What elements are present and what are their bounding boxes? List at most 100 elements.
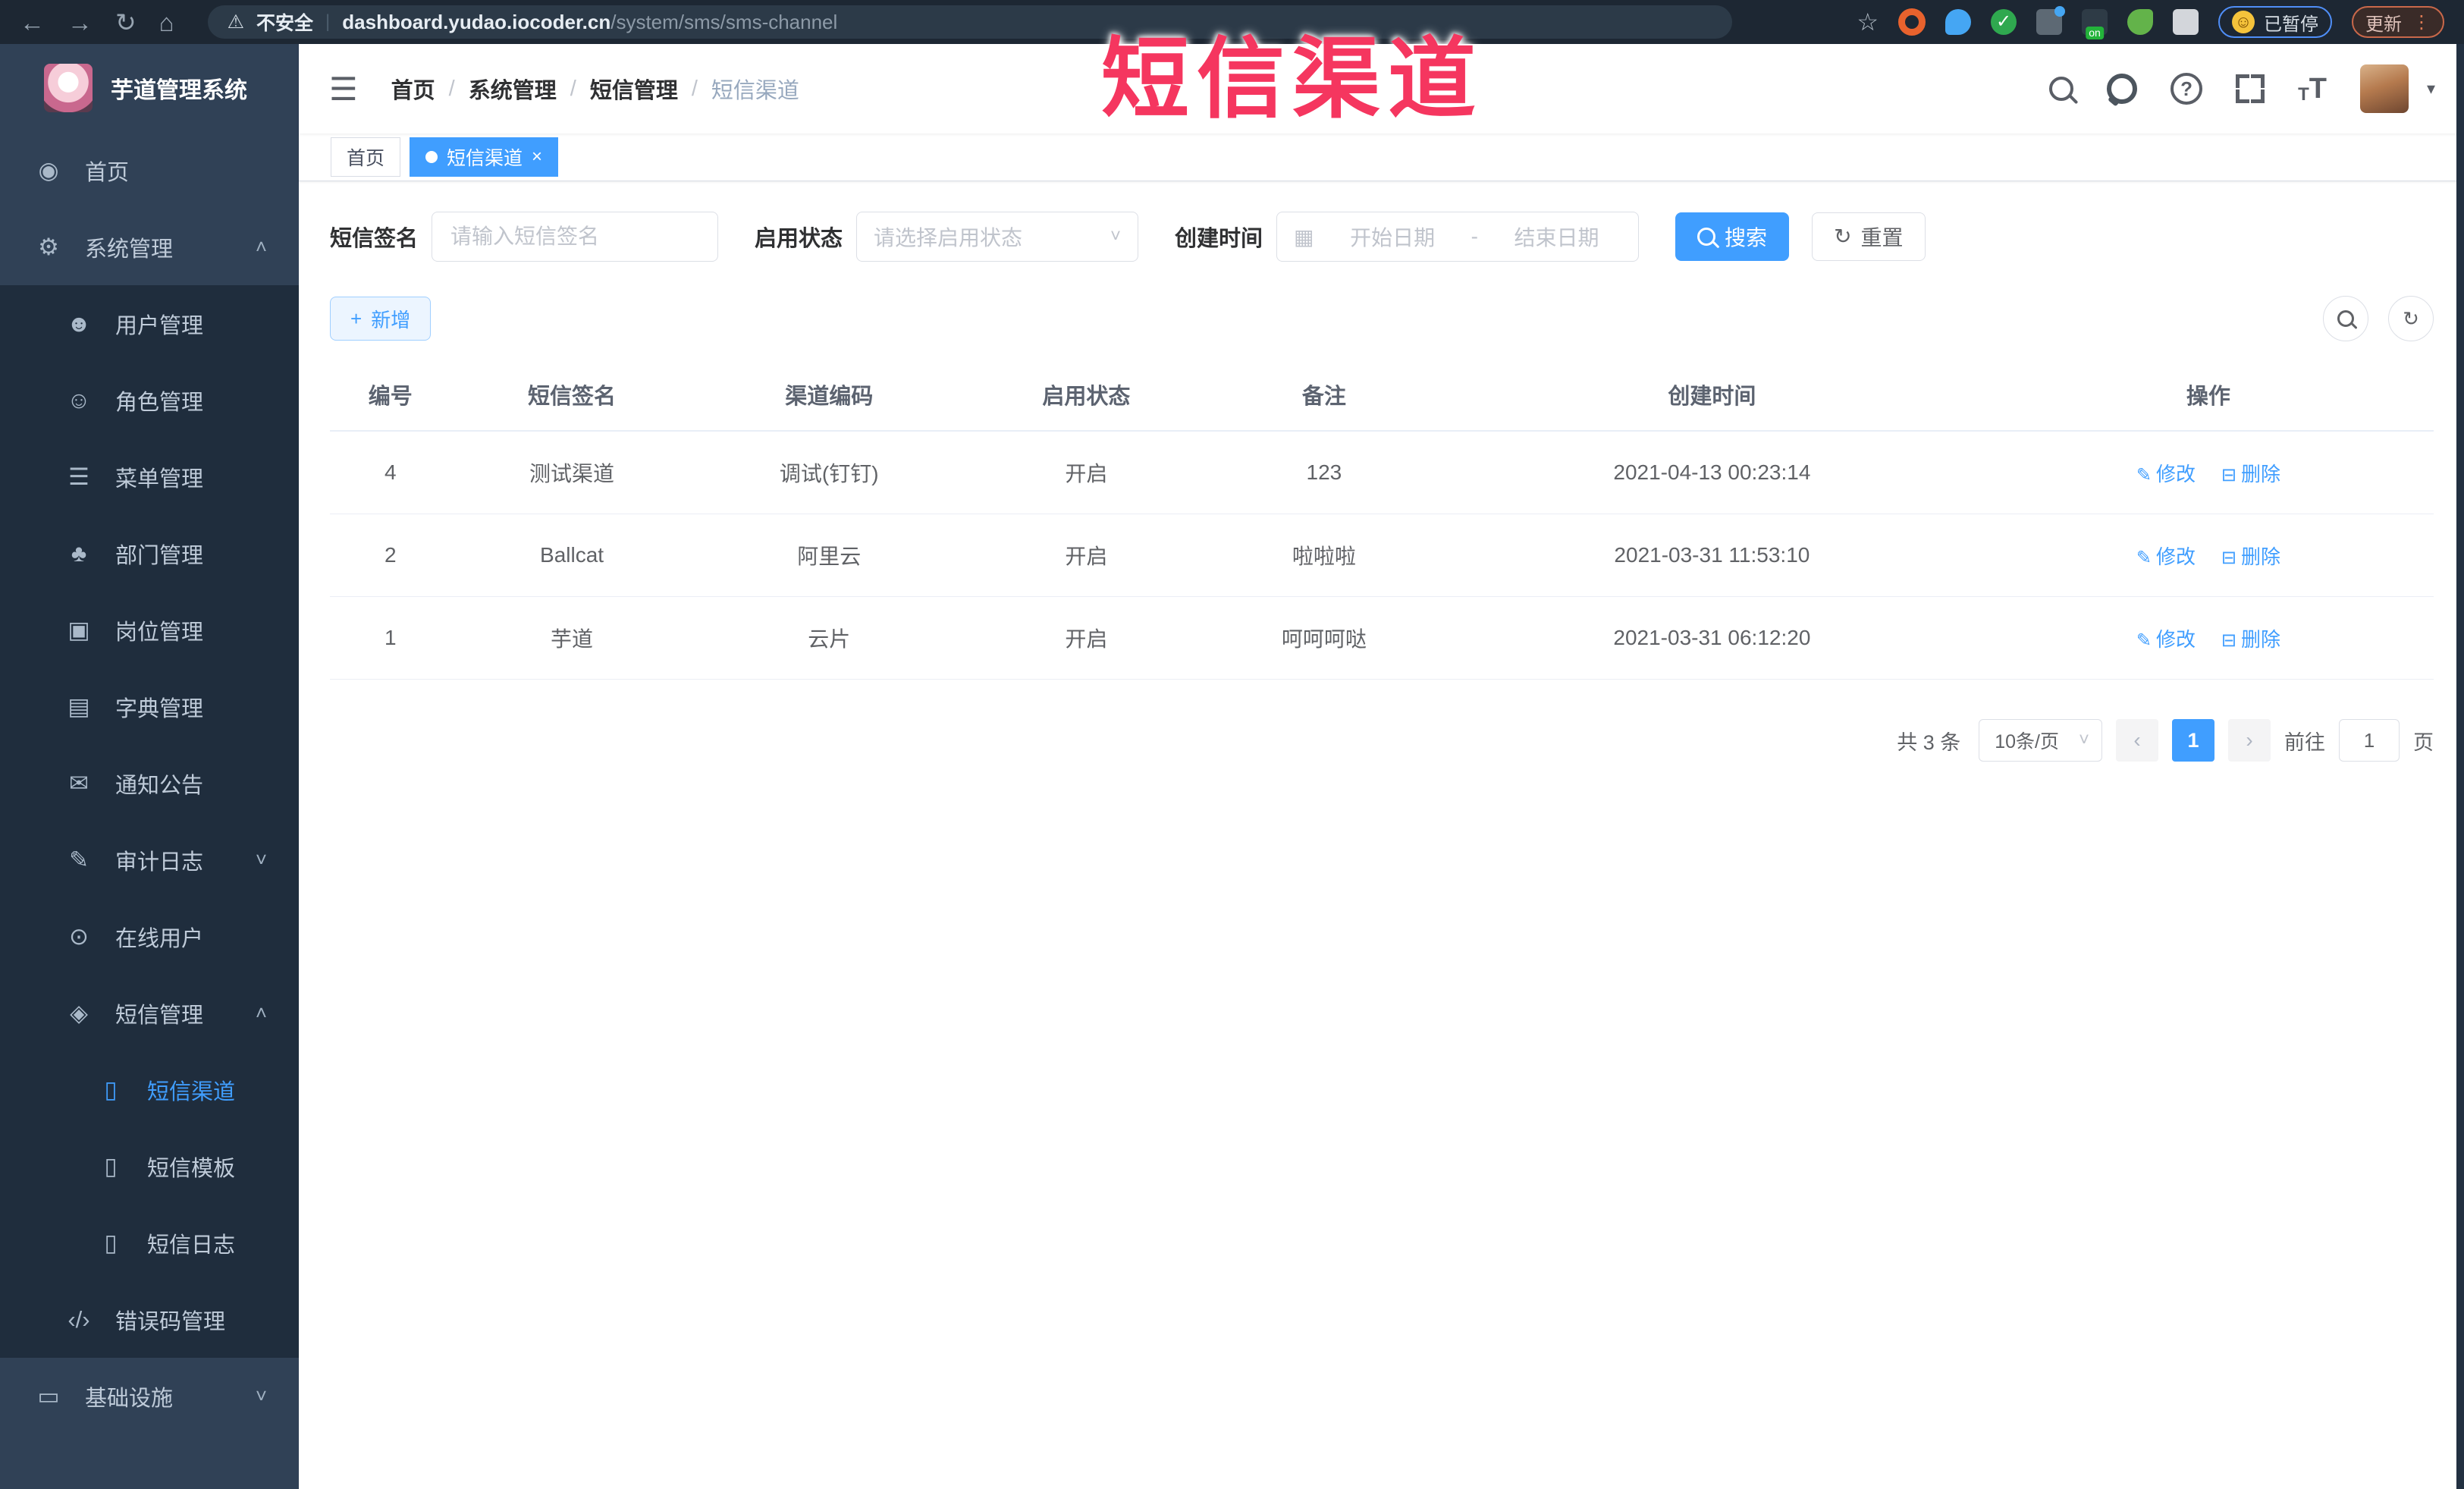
- sign-input[interactable]: [449, 224, 702, 250]
- sidebar-item[interactable]: ☰ 菜单管理: [0, 438, 299, 515]
- cell-sign: Ballcat: [450, 514, 693, 597]
- avatar-caret-icon[interactable]: ▾: [2427, 79, 2435, 99]
- sidebar-item-icon: ☺: [67, 386, 91, 413]
- browser-update-button[interactable]: 更新 ⋮: [2352, 6, 2444, 38]
- prev-page-button[interactable]: ‹: [2116, 719, 2158, 762]
- table-row: 4 测试渠道 调试(钉钉) 开启 123 2021-04-13 00:23:14…: [330, 431, 2434, 514]
- paused-label: 已暂停: [2264, 14, 2318, 35]
- search-button[interactable]: 搜索: [1675, 212, 1790, 261]
- plus-icon: +: [350, 306, 363, 330]
- extension-sliders-icon[interactable]: [2036, 6, 2065, 35]
- help-icon[interactable]: ?: [2171, 73, 2203, 105]
- github-icon[interactable]: [2107, 74, 2138, 104]
- sidebar-item[interactable]: ▭ 基础设施 ˅: [0, 1358, 299, 1434]
- sidebar-item[interactable]: ‹/› 错误码管理: [0, 1281, 299, 1358]
- toggle-search-button[interactable]: [2323, 296, 2368, 341]
- edit-pencil-icon: ✎: [2136, 547, 2152, 568]
- extensions-puzzle-icon[interactable]: [2173, 9, 2199, 35]
- refresh-table-button[interactable]: ↻: [2388, 296, 2434, 341]
- reset-button[interactable]: ↻ 重置: [1812, 212, 1926, 261]
- date-start-placeholder[interactable]: 开始日期: [1328, 221, 1458, 252]
- col-id: 编号: [330, 359, 451, 432]
- sidebar-item-icon: ▯: [104, 1229, 118, 1256]
- sidebar-item[interactable]: ☻ 用户管理: [0, 285, 299, 362]
- browser-reload-icon[interactable]: ↻: [115, 10, 137, 35]
- add-button[interactable]: + 新增: [330, 297, 432, 341]
- search-icon[interactable]: [2049, 77, 2074, 101]
- breadcrumb-system[interactable]: 系统管理: [469, 73, 557, 105]
- active-tab-dot: [425, 151, 438, 163]
- cell-status: 开启: [965, 431, 1207, 514]
- sidebar-item[interactable]: ⊙ 在线用户: [0, 898, 299, 975]
- sidebar-item[interactable]: ◈ 短信管理 ˄: [0, 975, 299, 1051]
- tab-sms-channel[interactable]: 短信渠道 ×: [410, 137, 559, 177]
- date-end-placeholder[interactable]: 结束日期: [1492, 221, 1621, 252]
- table-row: 2 Ballcat 阿里云 开启 啦啦啦 2021-03-31 11:53:10…: [330, 514, 2434, 597]
- goto-page-input[interactable]: [2339, 719, 2400, 762]
- sidebar-item[interactable]: ⚙ 系统管理 ˄: [0, 209, 299, 285]
- sidebar-item[interactable]: ◉ 首页: [0, 132, 299, 209]
- sidebar-item[interactable]: ▯ 短信模板: [0, 1128, 299, 1205]
- browser-forward-icon[interactable]: →: [67, 10, 93, 35]
- sidebar: 芋道管理系统 ◉ 首页 ⚙ 系统管理 ˄ ☻ 用户管理 ☺ 角色管理 ☰ 菜单管…: [0, 44, 299, 1489]
- sidebar-item-label: 在线用户: [115, 926, 204, 951]
- sidebar-item-label: 岗位管理: [115, 620, 204, 645]
- sidebar-item[interactable]: ♣ 部门管理: [0, 515, 299, 592]
- edit-link[interactable]: ✎ 修改: [2136, 463, 2196, 485]
- sidebar-item[interactable]: ▯ 短信渠道: [0, 1051, 299, 1128]
- edit-link[interactable]: ✎ 修改: [2136, 628, 2196, 651]
- breadcrumb-home[interactable]: 首页: [391, 73, 435, 105]
- page-number-1[interactable]: 1: [2172, 719, 2214, 762]
- app-logo-row[interactable]: 芋道管理系统: [0, 44, 299, 132]
- edit-link[interactable]: ✎ 修改: [2136, 545, 2196, 568]
- time-filter-label: 创建时间: [1175, 227, 1263, 251]
- sidebar-item[interactable]: ✎ 审计日志 ˅: [0, 821, 299, 898]
- delete-link[interactable]: ⊟ 删除: [2221, 628, 2280, 651]
- delete-link[interactable]: ⊟ 删除: [2221, 545, 2280, 568]
- fullscreen-icon[interactable]: [2236, 74, 2265, 103]
- breadcrumb-current: 短信渠道: [711, 79, 799, 103]
- browser-scrollbar[interactable]: [2456, 44, 2464, 1489]
- browser-menu-dots-icon[interactable]: ⋮: [2412, 11, 2431, 33]
- extension-pin-icon[interactable]: [1945, 9, 1971, 35]
- breadcrumb-sms[interactable]: 短信管理: [590, 73, 678, 105]
- page-size-select[interactable]: 10条/页 ˅: [1979, 719, 2102, 762]
- extension-sprout-icon[interactable]: [2127, 9, 2153, 35]
- extension-check-icon[interactable]: ✓: [1991, 9, 2017, 35]
- next-page-button[interactable]: ›: [2228, 719, 2271, 762]
- table-body: 4 测试渠道 调试(钉钉) 开启 123 2021-04-13 00:23:14…: [330, 431, 2434, 680]
- app-logo-image: [44, 64, 93, 112]
- paused-extension-pill[interactable]: ☺ 已暂停: [2218, 6, 2332, 38]
- col-actions: 操作: [1982, 359, 2434, 432]
- date-range-picker[interactable]: ▦ 开始日期 - 结束日期: [1276, 212, 1640, 262]
- close-icon[interactable]: ×: [532, 146, 542, 168]
- status-select[interactable]: 请选择启用状态 ˅: [856, 212, 1139, 262]
- sidebar-item-label: 部门管理: [115, 543, 204, 568]
- tags-view-bar: 首页 短信渠道 ×: [299, 134, 2464, 181]
- browser-home-icon[interactable]: ⌂: [159, 10, 174, 35]
- sidebar-toggle-icon[interactable]: ☰: [329, 71, 358, 108]
- sidebar-item[interactable]: ✉ 通知公告: [0, 745, 299, 821]
- sidebar-item-label: 短信日志: [147, 1233, 236, 1258]
- sidebar-item[interactable]: ▤ 字典管理: [0, 668, 299, 745]
- extension-ring-icon[interactable]: [1898, 8, 1926, 36]
- delete-link[interactable]: ⊟ 删除: [2221, 463, 2280, 485]
- avatar[interactable]: [2359, 64, 2409, 113]
- font-size-icon[interactable]: TT: [2298, 73, 2327, 105]
- cell-code: 云片: [692, 596, 965, 680]
- extension-on-icon[interactable]: on: [2082, 9, 2108, 39]
- sidebar-item[interactable]: ☺ 角色管理: [0, 362, 299, 438]
- sidebar-item-label: 首页: [85, 160, 130, 185]
- sidebar-item-icon: ♣: [71, 539, 87, 567]
- table-row: 1 芋道 云片 开启 呵呵呵哒 2021-03-31 06:12:20 ✎ 修改 …: [330, 596, 2434, 680]
- sidebar-item[interactable]: ▣ 岗位管理: [0, 592, 299, 668]
- update-label: 更新: [2365, 14, 2402, 35]
- tab-home[interactable]: 首页: [331, 137, 401, 177]
- sidebar-item[interactable]: ▯ 短信日志: [0, 1205, 299, 1281]
- breadcrumb-separator: /: [691, 76, 698, 101]
- cell-created: 2021-03-31 06:12:20: [1440, 596, 1983, 680]
- address-bar[interactable]: ⚠ 不安全 | dashboard.yudao.iocoder.cn/syste…: [207, 5, 1732, 39]
- browser-back-icon[interactable]: ←: [20, 10, 45, 35]
- bookmark-star-icon[interactable]: ☆: [1857, 8, 1879, 36]
- sidebar-item-label: 审计日志: [115, 850, 204, 875]
